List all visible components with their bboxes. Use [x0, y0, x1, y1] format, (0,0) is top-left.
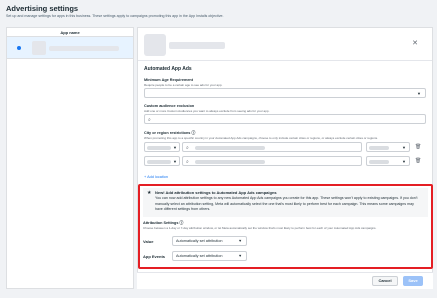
city-region-label-text: City or region restrictions — [144, 131, 191, 135]
location-search-input[interactable]: ⌕ — [182, 142, 362, 152]
close-icon[interactable]: ✕ — [412, 39, 418, 47]
app-events-attribution-selected: Automatically set attribution — [176, 254, 223, 258]
app-thumbnail — [32, 41, 46, 55]
attribution-notice: ★ New! Add attribution settings to Autom… — [143, 188, 428, 217]
attribution-settings-hint: Choose between a 1-day or 7-day attribut… — [143, 226, 377, 230]
app-events-attribution-dropdown[interactable]: Automatically set attribution ▼ — [172, 251, 247, 261]
value-placeholder — [369, 160, 389, 164]
add-location-link[interactable]: + Add location — [144, 175, 168, 179]
search-icon: ⌕ — [186, 145, 189, 151]
chevron-down-icon: ▼ — [238, 254, 242, 258]
min-age-label: Minimum Age Requirement — [144, 78, 194, 82]
trash-icon[interactable]: 🗑 — [415, 142, 421, 152]
info-icon[interactable]: ⓘ — [191, 131, 195, 135]
chevron-down-icon: ▼ — [173, 145, 177, 150]
notice-body: You can now add attribution settings to … — [155, 196, 418, 212]
location-type-dropdown[interactable]: ▼ — [366, 142, 410, 152]
attribution-settings-label-text: Attribution Settings — [143, 221, 179, 225]
search-icon: ⌕ — [186, 159, 189, 165]
trash-icon[interactable]: 🗑 — [415, 156, 421, 166]
app-events-row-label: App Events — [143, 254, 166, 259]
cancel-button[interactable]: Cancel — [372, 276, 398, 286]
settings-panel-header: ✕ — [138, 28, 432, 61]
page-subtitle: Set up and manage settings for apps in t… — [6, 14, 224, 18]
value-attribution-selected: Automatically set attribution — [176, 239, 223, 243]
app-icon — [144, 34, 166, 56]
min-age-dropdown[interactable]: ▼ — [144, 88, 426, 98]
include-exclude-dropdown[interactable]: ▼ — [144, 142, 180, 152]
search-icon: ⌕ — [148, 117, 151, 123]
app-name-column-header: App name — [7, 28, 133, 37]
include-exclude-dropdown[interactable]: ▼ — [144, 156, 180, 166]
custom-audience-hint: Add one or more Custom Audiences you wan… — [144, 109, 270, 113]
app-list-panel: App name — [6, 27, 134, 289]
location-search-input[interactable]: ⌕ — [182, 156, 362, 166]
app-name-placeholder — [49, 46, 119, 51]
app-list-item-selected[interactable] — [7, 37, 133, 59]
selected-radio-icon[interactable] — [17, 46, 21, 50]
panel-footer: Cancel Save — [137, 272, 433, 289]
chevron-down-icon: ▼ — [173, 159, 177, 164]
custom-audience-label: Custom audience exclusion — [144, 104, 195, 108]
value-placeholder — [147, 146, 171, 150]
notice-title: New! Add attribution settings to Automat… — [155, 190, 277, 195]
chevron-down-icon: ▼ — [417, 91, 421, 96]
value-placeholder — [147, 160, 171, 164]
custom-audience-search-input[interactable]: ⌕ — [144, 114, 426, 124]
chevron-down-icon: ▼ — [402, 159, 406, 164]
app-name-placeholder — [169, 42, 225, 49]
chevron-down-icon: ▼ — [402, 145, 406, 150]
city-region-hint: When promoting this app to a specific co… — [144, 136, 378, 140]
page-header: Advertising settings Set up and manage s… — [6, 4, 224, 18]
info-icon[interactable]: ⓘ — [180, 221, 184, 225]
value-placeholder — [195, 146, 265, 150]
value-placeholder — [369, 146, 389, 150]
page-title: Advertising settings — [6, 4, 79, 13]
min-age-hint: Require people to be a certain age to se… — [144, 83, 223, 87]
star-icon: ★ — [147, 190, 152, 196]
section-title: Automated App Ads — [144, 66, 192, 72]
chevron-down-icon: ▼ — [238, 239, 242, 243]
save-button[interactable]: Save — [403, 276, 423, 286]
value-row-label: Value — [143, 239, 154, 244]
value-attribution-dropdown[interactable]: Automatically set attribution ▼ — [172, 236, 247, 246]
value-placeholder — [195, 160, 265, 164]
location-type-dropdown[interactable]: ▼ — [366, 156, 410, 166]
